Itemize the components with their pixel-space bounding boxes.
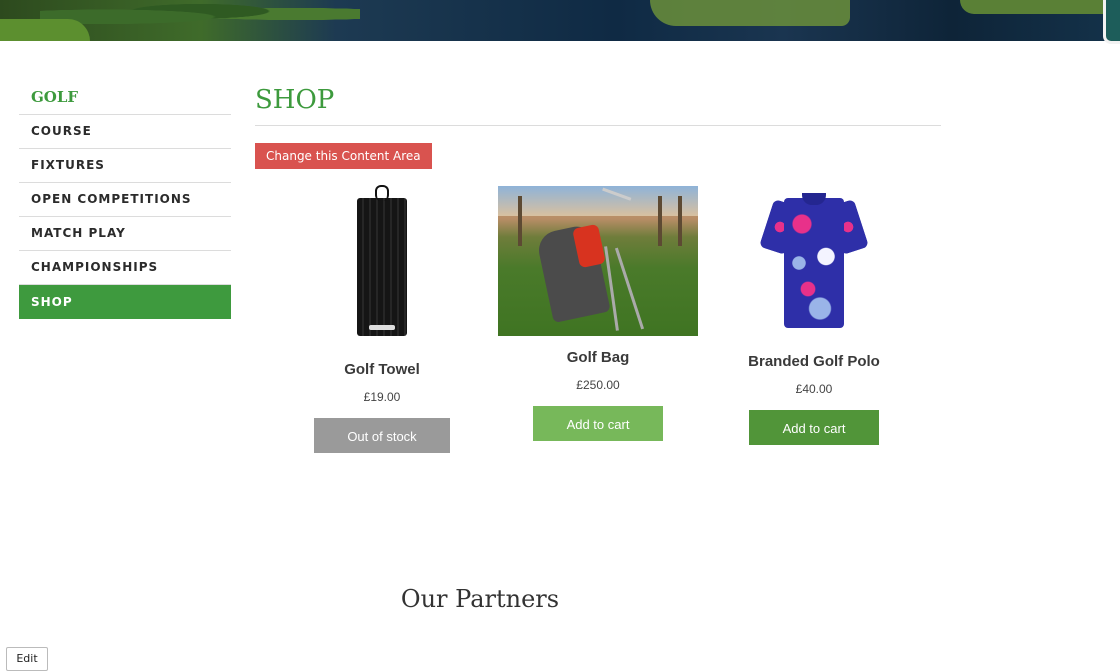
hero-corner-tab[interactable] — [1103, 0, 1120, 44]
product-name[interactable]: Golf Towel — [274, 360, 490, 380]
product-price: £250.00 — [576, 378, 620, 392]
sidebar-title[interactable]: GOLF — [19, 80, 231, 115]
sidebar-item-course[interactable]: COURSE — [19, 115, 231, 149]
change-content-area-button[interactable]: Change this Content Area — [255, 143, 432, 169]
bag-photo-tree — [658, 196, 662, 246]
product-name[interactable]: Golf Bag — [490, 348, 706, 368]
hero-shore — [650, 0, 850, 26]
product-card-golf-bag: Golf Bag £250.00 Add to cart — [490, 186, 706, 441]
sidebar-item-championships[interactable]: CHAMPIONSHIPS — [19, 251, 231, 285]
edit-button[interactable]: Edit — [6, 647, 48, 671]
hero-trees — [40, 0, 360, 28]
towel-hook — [375, 185, 389, 201]
product-image-container[interactable] — [706, 190, 922, 340]
product-price: £19.00 — [363, 390, 401, 404]
page-title: SHOP — [255, 82, 941, 126]
polo-torso — [784, 198, 844, 328]
out-of-stock-button[interactable]: Out of stock — [314, 418, 450, 453]
add-to-cart-button[interactable]: Add to cart — [533, 406, 663, 441]
golf-polo-image — [758, 190, 870, 330]
product-price: £40.00 — [795, 382, 833, 396]
golf-towel-image — [357, 185, 407, 336]
product-name[interactable]: Branded Golf Polo — [706, 352, 922, 372]
sidebar-item-shop[interactable]: SHOP — [19, 285, 231, 319]
golf-bag-image — [498, 186, 698, 336]
add-to-cart-button[interactable]: Add to cart — [749, 410, 879, 445]
hero-shore-right — [960, 0, 1110, 14]
hero-grass — [0, 19, 90, 41]
bag-photo-stand-leg — [614, 247, 645, 330]
sidebar-item-match-play[interactable]: MATCH PLAY — [19, 217, 231, 251]
hero-banner — [0, 0, 1120, 41]
towel-logo — [369, 325, 395, 330]
product-image-container[interactable] — [490, 186, 706, 336]
bag-photo-stand-leg — [604, 246, 619, 331]
product-card-branded-golf-polo: Branded Golf Polo £40.00 Add to cart — [706, 186, 922, 445]
bag-photo-tree — [678, 196, 682, 246]
sidebar-item-open-competitions[interactable]: OPEN COMPETITIONS — [19, 183, 231, 217]
product-image-container[interactable] — [274, 185, 490, 348]
partners-heading: Our Partners — [400, 585, 560, 613]
sidebar-nav: GOLF COURSE FIXTURES OPEN COMPETITIONS M… — [19, 80, 231, 319]
bag-photo-tree — [518, 196, 522, 246]
product-card-golf-towel: Golf Towel £19.00 Out of stock — [274, 185, 490, 453]
sidebar-item-fixtures[interactable]: FIXTURES — [19, 149, 231, 183]
